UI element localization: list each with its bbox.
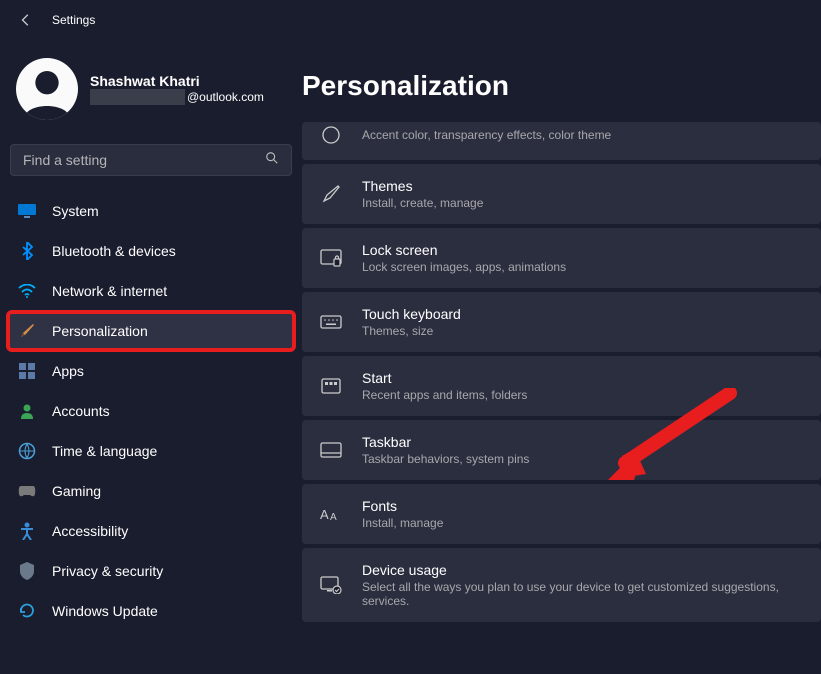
header-bar: Settings	[0, 0, 821, 40]
back-button[interactable]	[14, 8, 38, 32]
nav-label: Gaming	[52, 483, 101, 499]
nav-label: Privacy & security	[52, 563, 163, 579]
main-panel: Personalization Accent color, transparen…	[302, 40, 821, 674]
sync-icon	[18, 602, 36, 620]
start-icon	[320, 375, 342, 397]
nav-item-time[interactable]: Time & language	[8, 432, 294, 470]
nav-item-system[interactable]: System	[8, 192, 294, 230]
page-title: Personalization	[302, 70, 821, 102]
card-list: Accent color, transparency effects, colo…	[302, 122, 821, 622]
person-icon	[18, 402, 36, 420]
profile-block[interactable]: Shashwat Khatri @outlook.com	[8, 50, 294, 136]
search-icon	[265, 151, 279, 170]
card-colors[interactable]: Accent color, transparency effects, colo…	[302, 122, 821, 160]
card-title: Lock screen	[362, 242, 566, 258]
nav-item-privacy[interactable]: Privacy & security	[8, 552, 294, 590]
apps-icon	[18, 362, 36, 380]
card-deviceusage[interactable]: Device usage Select all the ways you plan…	[302, 548, 821, 622]
card-sub: Recent apps and items, folders	[362, 388, 527, 402]
card-touchkb[interactable]: Touch keyboard Themes, size	[302, 292, 821, 352]
card-taskbar[interactable]: Taskbar Taskbar behaviors, system pins	[302, 420, 821, 480]
card-fonts[interactable]: AA Fonts Install, manage	[302, 484, 821, 544]
lockscreen-icon	[320, 247, 342, 269]
shield-icon	[18, 562, 36, 580]
card-title: Device usage	[362, 562, 803, 578]
nav-label: Accessibility	[52, 523, 128, 539]
nav-item-accessibility[interactable]: Accessibility	[8, 512, 294, 550]
profile-name: Shashwat Khatri	[90, 73, 264, 89]
nav-item-update[interactable]: Windows Update	[8, 592, 294, 630]
card-title: Themes	[362, 178, 483, 194]
nav-item-accounts[interactable]: Accounts	[8, 392, 294, 430]
palette-icon	[320, 124, 342, 146]
nav-label: Accounts	[52, 403, 110, 419]
nav-label: Network & internet	[52, 283, 167, 299]
nav-label: System	[52, 203, 99, 219]
wifi-icon	[18, 282, 36, 300]
nav-item-network[interactable]: Network & internet	[8, 272, 294, 310]
sidebar: Shashwat Khatri @outlook.com Find a sett…	[0, 40, 302, 674]
nav-label: Bluetooth & devices	[52, 243, 176, 259]
avatar	[16, 58, 78, 120]
card-start[interactable]: Start Recent apps and items, folders	[302, 356, 821, 416]
gamepad-icon	[18, 482, 36, 500]
card-sub: Accent color, transparency effects, colo…	[362, 128, 611, 142]
card-sub: Taskbar behaviors, system pins	[362, 452, 529, 466]
card-sub: Themes, size	[362, 324, 461, 338]
nav-item-gaming[interactable]: Gaming	[8, 472, 294, 510]
paintbrush-icon	[18, 322, 36, 340]
card-lockscreen[interactable]: Lock screen Lock screen images, apps, ani…	[302, 228, 821, 288]
header-title: Settings	[52, 13, 95, 27]
card-sub: Install, create, manage	[362, 196, 483, 210]
keyboard-icon	[320, 311, 342, 333]
nav-item-bluetooth[interactable]: Bluetooth & devices	[8, 232, 294, 270]
nav-item-personalization[interactable]: Personalization	[8, 312, 294, 350]
brush-icon	[320, 183, 342, 205]
bluetooth-icon	[18, 242, 36, 260]
nav-item-apps[interactable]: Apps	[8, 352, 294, 390]
svg-text:A: A	[330, 512, 337, 523]
card-themes[interactable]: Themes Install, create, manage	[302, 164, 821, 224]
nav-label: Time & language	[52, 443, 157, 459]
monitor-icon	[18, 202, 36, 220]
nav-label: Apps	[52, 363, 84, 379]
nav-label: Personalization	[52, 323, 148, 339]
card-title: Fonts	[362, 498, 443, 514]
card-title: Touch keyboard	[362, 306, 461, 322]
search-input[interactable]: Find a setting	[10, 144, 292, 176]
taskbar-icon	[320, 439, 342, 461]
globe-clock-icon	[18, 442, 36, 460]
nav-list: System Bluetooth & devices Network & int…	[8, 192, 294, 630]
card-sub: Install, manage	[362, 516, 443, 530]
svg-text:A: A	[320, 507, 329, 522]
card-sub: Select all the ways you plan to use your…	[362, 580, 803, 608]
search-placeholder: Find a setting	[23, 152, 107, 168]
card-sub: Lock screen images, apps, animations	[362, 260, 566, 274]
card-title: Start	[362, 370, 527, 386]
accessibility-icon	[18, 522, 36, 540]
card-title: Taskbar	[362, 434, 529, 450]
nav-label: Windows Update	[52, 603, 158, 619]
device-check-icon	[320, 574, 342, 596]
profile-email: @outlook.com	[90, 89, 264, 105]
fonts-icon: AA	[320, 503, 342, 525]
